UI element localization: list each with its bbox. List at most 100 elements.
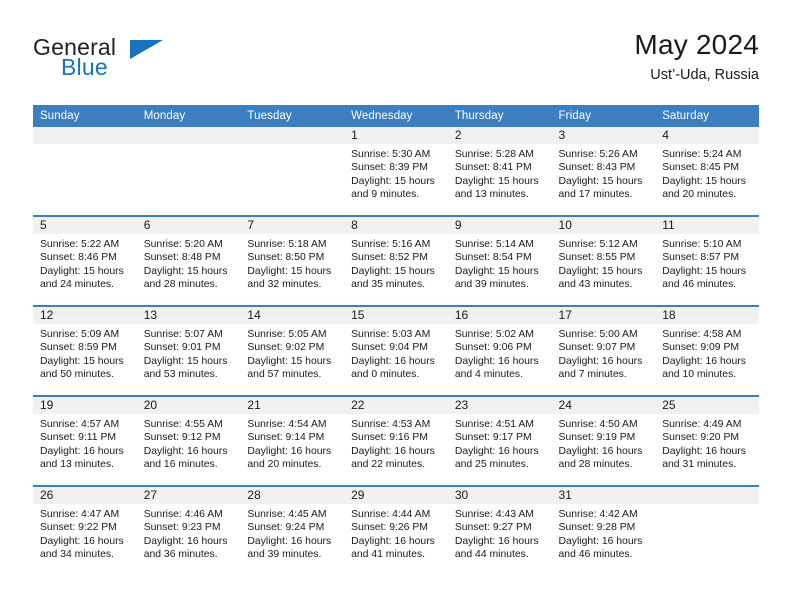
daylight-text-line2: and 16 minutes. bbox=[143, 458, 218, 470]
sunset-text: Sunset: 9:17 PM bbox=[454, 432, 532, 444]
day-number: 28 bbox=[240, 487, 345, 504]
day-cell[interactable]: 19 Sunrise: 4:57 AM Sunset: 9:11 PM Dayligh… bbox=[33, 395, 137, 486]
day-cell[interactable]: 23 Sunrise: 4:51 AM Sunset: 9:17 PM Dayligh… bbox=[447, 395, 552, 486]
weekday-header-sunday: Sunday bbox=[33, 105, 137, 127]
daylight-text-line1: Daylight: 16 hours bbox=[558, 445, 643, 457]
sunrise-text: Sunrise: 5:00 AM bbox=[558, 329, 638, 340]
day-number: 15 bbox=[344, 307, 448, 324]
daylight-text-line1: Daylight: 15 hours bbox=[351, 265, 435, 277]
day-cell[interactable]: 25 Sunrise: 4:49 AM Sunset: 9:20 PM Dayligh… bbox=[655, 395, 759, 486]
sunrise-text: Sunrise: 5:12 AM bbox=[558, 239, 638, 250]
sunrise-text: Sunrise: 5:10 AM bbox=[662, 239, 742, 250]
day-number: 7 bbox=[240, 217, 345, 234]
daylight-text-line1: Daylight: 16 hours bbox=[454, 535, 539, 547]
daylight-text-line1: Daylight: 16 hours bbox=[558, 355, 643, 367]
day-cell[interactable]: 16 Sunrise: 5:02 AM Sunset: 9:06 PM Dayligh… bbox=[447, 305, 552, 396]
day-cell[interactable]: 26 Sunrise: 4:47 AM Sunset: 9:22 PM Dayligh… bbox=[33, 485, 137, 575]
daylight-text-line1: Daylight: 15 hours bbox=[247, 355, 332, 367]
day-cell[interactable]: 12 Sunrise: 5:09 AM Sunset: 8:59 PM Dayligh… bbox=[33, 305, 137, 396]
day-cell[interactable]: 9 Sunrise: 5:14 AM Sunset: 8:54 PM Daylight… bbox=[447, 215, 552, 306]
day-number: 3 bbox=[551, 127, 656, 144]
day-cell[interactable]: 29 Sunrise: 4:44 AM Sunset: 9:26 PM Dayligh… bbox=[344, 485, 448, 575]
sunset-text: Sunset: 9:23 PM bbox=[143, 522, 221, 534]
daylight-text-line2: and 10 minutes. bbox=[662, 368, 737, 380]
day-number: 2 bbox=[447, 127, 552, 144]
day-cell[interactable]: 20 Sunrise: 4:55 AM Sunset: 9:12 PM Dayligh… bbox=[136, 395, 241, 486]
sunset-text: Sunset: 8:52 PM bbox=[351, 252, 428, 264]
daylight-text-line1: Daylight: 16 hours bbox=[40, 535, 124, 547]
daylight-text-line2: and 17 minutes. bbox=[558, 188, 633, 200]
sunrise-text: Sunrise: 5:16 AM bbox=[351, 239, 431, 250]
day-cell[interactable]: 17 Sunrise: 5:00 AM Sunset: 9:07 PM Dayligh… bbox=[551, 305, 656, 396]
day-number bbox=[655, 487, 759, 504]
daylight-text-line2: and 24 minutes. bbox=[40, 278, 114, 290]
day-cell[interactable]: 31 Sunrise: 4:42 AM Sunset: 9:28 PM Dayligh… bbox=[551, 485, 656, 575]
day-cell[interactable]: 28 Sunrise: 4:45 AM Sunset: 9:24 PM Dayligh… bbox=[240, 485, 345, 575]
calendar-week-row: 26 Sunrise: 4:47 AM Sunset: 9:22 PM Dayligh… bbox=[33, 485, 759, 575]
day-cell[interactable]: 27 Sunrise: 4:46 AM Sunset: 9:23 PM Dayligh… bbox=[136, 485, 241, 575]
daylight-text-line1: Daylight: 15 hours bbox=[454, 265, 539, 277]
sunset-text: Sunset: 8:43 PM bbox=[558, 162, 636, 174]
daylight-text-line2: and 35 minutes. bbox=[351, 278, 426, 290]
day-cell[interactable]: 8 Sunrise: 5:16 AM Sunset: 8:52 PM Daylight… bbox=[344, 215, 448, 306]
daylight-text-line1: Daylight: 16 hours bbox=[351, 445, 435, 457]
sunset-text: Sunset: 9:26 PM bbox=[351, 522, 428, 534]
day-cell[interactable]: 11 Sunrise: 5:10 AM Sunset: 8:57 PM Dayligh… bbox=[655, 215, 759, 306]
day-cell[interactable]: 2 Sunrise: 5:28 AM Sunset: 8:41 PM Daylight… bbox=[447, 127, 552, 216]
daylight-text-line1: Daylight: 16 hours bbox=[351, 535, 435, 547]
daylight-text-line2: and 7 minutes. bbox=[558, 368, 627, 380]
day-number: 18 bbox=[655, 307, 759, 324]
day-number: 8 bbox=[344, 217, 448, 234]
sunset-text: Sunset: 8:46 PM bbox=[40, 252, 117, 264]
daylight-text-line2: and 20 minutes. bbox=[662, 188, 737, 200]
day-cell[interactable]: 14 Sunrise: 5:05 AM Sunset: 9:02 PM Dayligh… bbox=[240, 305, 345, 396]
day-cell[interactable]: 4 Sunrise: 5:24 AM Sunset: 8:45 PM Daylight… bbox=[655, 127, 759, 216]
daylight-text-line2: and 53 minutes. bbox=[143, 368, 218, 380]
day-cell[interactable]: 24 Sunrise: 4:50 AM Sunset: 9:19 PM Dayligh… bbox=[551, 395, 656, 486]
daylight-text-line1: Daylight: 15 hours bbox=[558, 265, 643, 277]
day-cell[interactable]: 3 Sunrise: 5:26 AM Sunset: 8:43 PM Daylight… bbox=[551, 127, 656, 216]
sunrise-text: Sunrise: 5:24 AM bbox=[662, 149, 742, 160]
weekday-header-saturday: Saturday bbox=[655, 105, 759, 127]
day-cell[interactable]: 21 Sunrise: 4:54 AM Sunset: 9:14 PM Dayligh… bbox=[240, 395, 345, 486]
daylight-text-line1: Daylight: 16 hours bbox=[454, 445, 539, 457]
sunset-text: Sunset: 9:22 PM bbox=[40, 522, 117, 534]
day-number: 11 bbox=[655, 217, 759, 234]
day-number: 10 bbox=[551, 217, 656, 234]
day-number: 13 bbox=[136, 307, 241, 324]
sunrise-text: Sunrise: 4:50 AM bbox=[558, 419, 638, 430]
daylight-text-line2: and 39 minutes. bbox=[247, 548, 322, 560]
page-header: General Blue May 2024 Ust’-Uda, Russia bbox=[33, 28, 759, 90]
day-number: 14 bbox=[240, 307, 345, 324]
day-cell[interactable]: 10 Sunrise: 5:12 AM Sunset: 8:55 PM Dayligh… bbox=[551, 215, 656, 306]
day-cell[interactable]: 5 Sunrise: 5:22 AM Sunset: 8:46 PM Daylight… bbox=[33, 215, 137, 306]
day-cell[interactable] bbox=[240, 127, 345, 216]
day-cell[interactable]: 30 Sunrise: 4:43 AM Sunset: 9:27 PM Dayligh… bbox=[447, 485, 552, 575]
daylight-text-line1: Daylight: 16 hours bbox=[40, 445, 124, 457]
day-cell[interactable]: 18 Sunrise: 4:58 AM Sunset: 9:09 PM Dayligh… bbox=[655, 305, 759, 396]
day-cell[interactable]: 7 Sunrise: 5:18 AM Sunset: 8:50 PM Daylight… bbox=[240, 215, 345, 306]
day-cell[interactable]: 1 Sunrise: 5:30 AM Sunset: 8:39 PM Daylight… bbox=[344, 127, 448, 216]
day-cell[interactable] bbox=[136, 127, 241, 216]
sunrise-text: Sunrise: 4:54 AM bbox=[247, 419, 327, 430]
brand-logo[interactable]: General Blue bbox=[33, 34, 213, 88]
sunrise-text: Sunrise: 4:44 AM bbox=[351, 509, 431, 520]
sunrise-text: Sunrise: 4:57 AM bbox=[40, 419, 120, 430]
day-cell[interactable]: 6 Sunrise: 5:20 AM Sunset: 8:48 PM Daylight… bbox=[136, 215, 241, 306]
day-cell[interactable]: 22 Sunrise: 4:53 AM Sunset: 9:16 PM Dayligh… bbox=[344, 395, 448, 486]
day-number: 4 bbox=[655, 127, 759, 144]
sunrise-text: Sunrise: 4:55 AM bbox=[143, 419, 223, 430]
sunset-text: Sunset: 9:14 PM bbox=[247, 432, 325, 444]
daylight-text-line2: and 34 minutes. bbox=[40, 548, 114, 560]
day-cell[interactable] bbox=[33, 127, 137, 216]
sunset-text: Sunset: 9:24 PM bbox=[247, 522, 325, 534]
sunrise-text: Sunrise: 4:49 AM bbox=[662, 419, 742, 430]
daylight-text-line1: Daylight: 16 hours bbox=[662, 445, 746, 457]
sunrise-text: Sunrise: 5:03 AM bbox=[351, 329, 431, 340]
day-cell[interactable] bbox=[655, 485, 759, 575]
daylight-text-line1: Daylight: 15 hours bbox=[247, 265, 332, 277]
daylight-text-line1: Daylight: 15 hours bbox=[40, 265, 124, 277]
day-cell[interactable]: 13 Sunrise: 5:07 AM Sunset: 9:01 PM Dayligh… bbox=[136, 305, 241, 396]
day-cell[interactable]: 15 Sunrise: 5:03 AM Sunset: 9:04 PM Dayligh… bbox=[344, 305, 448, 396]
day-number: 6 bbox=[136, 217, 241, 234]
